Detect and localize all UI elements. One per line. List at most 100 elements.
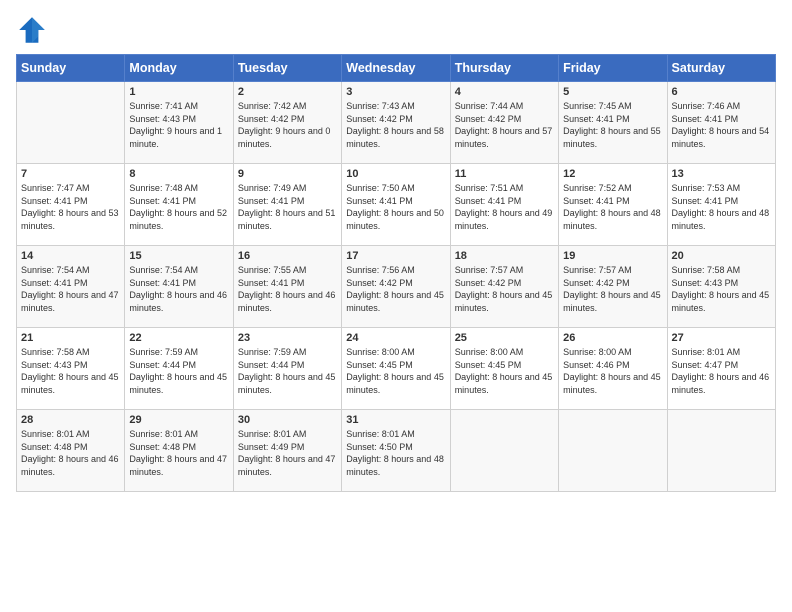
page-container: Sunday Monday Tuesday Wednesday Thursday… xyxy=(0,0,792,502)
cell-info: Sunrise: 7:44 AMSunset: 4:42 PMDaylight:… xyxy=(455,100,554,150)
calendar-table: Sunday Monday Tuesday Wednesday Thursday… xyxy=(16,54,776,492)
calendar-cell: 27 Sunrise: 8:01 AMSunset: 4:47 PMDayligh… xyxy=(667,328,775,410)
calendar-cell: 9Sunrise: 7:49 AMSunset: 4:41 PMDaylight… xyxy=(233,164,341,246)
calendar-cell: 17Sunrise: 7:56 AMSunset: 4:42 PMDayligh… xyxy=(342,246,450,328)
cell-info: Sunrise: 8:01 AMSunset: 4:49 PMDaylight:… xyxy=(238,428,337,478)
cell-info: Sunrise: 7:58 AMSunset: 4:43 PMDaylight:… xyxy=(21,346,120,396)
cell-info: Sunrise: 8:01 AMSunset: 4:48 PMDaylight:… xyxy=(21,428,120,478)
calendar-cell: 22 Sunrise: 7:59 AMSunset: 4:44 PMDayligh… xyxy=(125,328,233,410)
calendar-week-4: 21 Sunrise: 7:58 AMSunset: 4:43 PMDayligh… xyxy=(17,328,776,410)
cell-info: Sunrise: 7:42 AMSunset: 4:42 PMDaylight:… xyxy=(238,100,337,150)
cell-info: Sunrise: 7:57 AMSunset: 4:42 PMDaylight:… xyxy=(455,264,554,314)
day-number: 30 xyxy=(238,414,337,426)
calendar-cell: 19Sunrise: 7:57 AMSunset: 4:42 PMDayligh… xyxy=(559,246,667,328)
day-number: 9 xyxy=(238,168,337,180)
day-number: 31 xyxy=(346,414,445,426)
cell-info: Sunrise: 8:01 AMSunset: 4:50 PMDaylight:… xyxy=(346,428,445,478)
cell-info: Sunrise: 7:54 AMSunset: 4:41 PMDaylight:… xyxy=(21,264,120,314)
calendar-cell: 14Sunrise: 7:54 AMSunset: 4:41 PMDayligh… xyxy=(17,246,125,328)
logo-icon xyxy=(16,14,48,46)
calendar-header: Sunday Monday Tuesday Wednesday Thursday… xyxy=(17,55,776,82)
calendar-cell: 3 Sunrise: 7:43 AMSunset: 4:42 PMDaylight… xyxy=(342,82,450,164)
day-number: 26 xyxy=(563,332,662,344)
calendar-cell: 10 Sunrise: 7:50 AMSunset: 4:41 PMDayligh… xyxy=(342,164,450,246)
day-number: 25 xyxy=(455,332,554,344)
cell-info: Sunrise: 8:00 AMSunset: 4:45 PMDaylight:… xyxy=(455,346,554,396)
calendar-cell: 24Sunrise: 8:00 AMSunset: 4:45 PMDayligh… xyxy=(342,328,450,410)
day-number: 13 xyxy=(672,168,771,180)
day-number: 5 xyxy=(563,86,662,98)
calendar-cell: 23 Sunrise: 7:59 AMSunset: 4:44 PMDayligh… xyxy=(233,328,341,410)
day-number: 4 xyxy=(455,86,554,98)
col-friday: Friday xyxy=(559,55,667,82)
cell-info: Sunrise: 7:53 AMSunset: 4:41 PMDaylight:… xyxy=(672,182,771,232)
calendar-cell: 12 Sunrise: 7:52 AMSunset: 4:41 PMDayligh… xyxy=(559,164,667,246)
col-wednesday: Wednesday xyxy=(342,55,450,82)
calendar-cell: 21 Sunrise: 7:58 AMSunset: 4:43 PMDayligh… xyxy=(17,328,125,410)
col-tuesday: Tuesday xyxy=(233,55,341,82)
calendar-cell xyxy=(667,410,775,492)
calendar-cell: 13 Sunrise: 7:53 AMSunset: 4:41 PMDayligh… xyxy=(667,164,775,246)
calendar-cell: 29Sunrise: 8:01 AMSunset: 4:48 PMDayligh… xyxy=(125,410,233,492)
day-number: 18 xyxy=(455,250,554,262)
day-number: 19 xyxy=(563,250,662,262)
day-number: 7 xyxy=(21,168,120,180)
cell-info: Sunrise: 7:59 AMSunset: 4:44 PMDaylight:… xyxy=(129,346,228,396)
calendar-body: 1 Sunrise: 7:41 AMSunset: 4:43 PMDaylight… xyxy=(17,82,776,492)
day-number: 27 xyxy=(672,332,771,344)
day-number: 6 xyxy=(672,86,771,98)
cell-info: Sunrise: 7:48 AMSunset: 4:41 PMDaylight:… xyxy=(129,182,228,232)
calendar-cell: 26Sunrise: 8:00 AMSunset: 4:46 PMDayligh… xyxy=(559,328,667,410)
day-number: 20 xyxy=(672,250,771,262)
calendar-cell xyxy=(559,410,667,492)
cell-info: Sunrise: 7:52 AMSunset: 4:41 PMDaylight:… xyxy=(563,182,662,232)
day-number: 11 xyxy=(455,168,554,180)
col-sunday: Sunday xyxy=(17,55,125,82)
cell-info: Sunrise: 7:58 AMSunset: 4:43 PMDaylight:… xyxy=(672,264,771,314)
calendar-cell: 4 Sunrise: 7:44 AMSunset: 4:42 PMDaylight… xyxy=(450,82,558,164)
day-number: 3 xyxy=(346,86,445,98)
cell-info: Sunrise: 7:50 AMSunset: 4:41 PMDaylight:… xyxy=(346,182,445,232)
calendar-cell: 15Sunrise: 7:54 AMSunset: 4:41 PMDayligh… xyxy=(125,246,233,328)
cell-info: Sunrise: 7:46 AMSunset: 4:41 PMDaylight:… xyxy=(672,100,771,150)
logo xyxy=(16,14,50,46)
calendar-cell: 28Sunrise: 8:01 AMSunset: 4:48 PMDayligh… xyxy=(17,410,125,492)
calendar-week-1: 1 Sunrise: 7:41 AMSunset: 4:43 PMDaylight… xyxy=(17,82,776,164)
calendar-cell xyxy=(450,410,558,492)
calendar-cell: 20 Sunrise: 7:58 AMSunset: 4:43 PMDayligh… xyxy=(667,246,775,328)
calendar-cell: 2Sunrise: 7:42 AMSunset: 4:42 PMDaylight… xyxy=(233,82,341,164)
calendar-cell: 11 Sunrise: 7:51 AMSunset: 4:41 PMDayligh… xyxy=(450,164,558,246)
page-header xyxy=(16,10,776,46)
col-monday: Monday xyxy=(125,55,233,82)
day-number: 8 xyxy=(129,168,228,180)
calendar-cell: 5 Sunrise: 7:45 AMSunset: 4:41 PMDaylight… xyxy=(559,82,667,164)
calendar-cell: 18 Sunrise: 7:57 AMSunset: 4:42 PMDayligh… xyxy=(450,246,558,328)
day-number: 21 xyxy=(21,332,120,344)
day-number: 12 xyxy=(563,168,662,180)
header-row: Sunday Monday Tuesday Wednesday Thursday… xyxy=(17,55,776,82)
col-thursday: Thursday xyxy=(450,55,558,82)
day-number: 1 xyxy=(129,86,228,98)
cell-info: Sunrise: 7:59 AMSunset: 4:44 PMDaylight:… xyxy=(238,346,337,396)
day-number: 15 xyxy=(129,250,228,262)
calendar-week-3: 14Sunrise: 7:54 AMSunset: 4:41 PMDayligh… xyxy=(17,246,776,328)
day-number: 29 xyxy=(129,414,228,426)
col-saturday: Saturday xyxy=(667,55,775,82)
cell-info: Sunrise: 7:55 AMSunset: 4:41 PMDaylight:… xyxy=(238,264,337,314)
day-number: 22 xyxy=(129,332,228,344)
calendar-cell: 16 Sunrise: 7:55 AMSunset: 4:41 PMDayligh… xyxy=(233,246,341,328)
cell-info: Sunrise: 7:45 AMSunset: 4:41 PMDaylight:… xyxy=(563,100,662,150)
cell-info: Sunrise: 7:41 AMSunset: 4:43 PMDaylight:… xyxy=(129,100,228,150)
day-number: 23 xyxy=(238,332,337,344)
day-number: 16 xyxy=(238,250,337,262)
cell-info: Sunrise: 8:01 AMSunset: 4:47 PMDaylight:… xyxy=(672,346,771,396)
day-number: 10 xyxy=(346,168,445,180)
calendar-cell: 6 Sunrise: 7:46 AMSunset: 4:41 PMDaylight… xyxy=(667,82,775,164)
cell-info: Sunrise: 7:43 AMSunset: 4:42 PMDaylight:… xyxy=(346,100,445,150)
day-number: 24 xyxy=(346,332,445,344)
calendar-cell xyxy=(17,82,125,164)
calendar-cell: 1 Sunrise: 7:41 AMSunset: 4:43 PMDaylight… xyxy=(125,82,233,164)
cell-info: Sunrise: 7:51 AMSunset: 4:41 PMDaylight:… xyxy=(455,182,554,232)
calendar-cell: 31 Sunrise: 8:01 AMSunset: 4:50 PMDayligh… xyxy=(342,410,450,492)
cell-info: Sunrise: 7:56 AMSunset: 4:42 PMDaylight:… xyxy=(346,264,445,314)
